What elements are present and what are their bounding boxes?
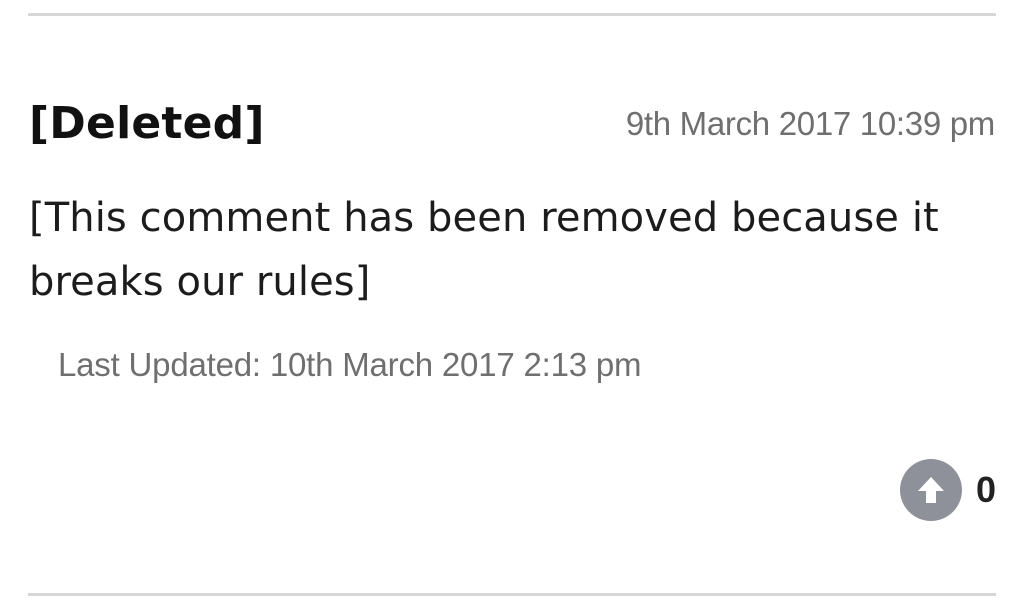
comment-body: [This comment has been removed because i… — [29, 195, 939, 305]
last-updated: Last Updated: 10th March 2017 2:13 pm — [58, 346, 642, 383]
upvote-button[interactable] — [899, 459, 962, 521]
vote-control: 0 — [899, 459, 996, 521]
vote-count: 0 — [975, 469, 996, 510]
comment-timestamp: 9th March 2017 10:39 pm — [625, 105, 995, 142]
arrow-up-icon — [917, 477, 944, 503]
comment-author: [Deleted] — [29, 98, 265, 149]
bottom-divider — [28, 593, 996, 596]
top-divider — [28, 13, 996, 16]
